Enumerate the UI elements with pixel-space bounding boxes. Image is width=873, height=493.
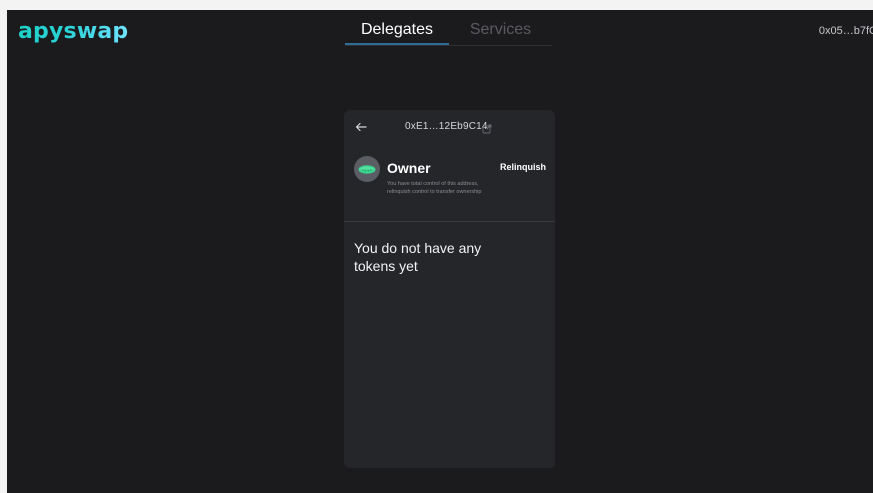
card-divider: [344, 221, 555, 222]
arrow-left-icon[interactable]: [354, 120, 368, 134]
owner-avatar-icon: [354, 156, 380, 182]
top-tabs: Delegates Services: [345, 16, 552, 46]
card-header: 0xE1…12Eb9C14: [344, 110, 555, 148]
delegate-card: 0xE1…12Eb9C14 Owner You have total contr…: [344, 110, 555, 468]
owner-title: Owner: [387, 160, 431, 176]
owner-section: Owner You have total control of this add…: [354, 156, 546, 212]
apyswap-logo[interactable]: apyswap: [18, 19, 128, 44]
app-window: apyswap Delegates Services 0x05…b7fC 0xE…: [7, 10, 873, 493]
owner-description: You have total control of this address, …: [387, 181, 482, 195]
tab-delegates[interactable]: Delegates: [345, 16, 449, 45]
delegate-address: 0xE1…12Eb9C14: [405, 121, 488, 132]
tab-services[interactable]: Services: [449, 16, 552, 44]
empty-tokens-message: You do not have any tokens yet: [354, 240, 482, 274]
external-link-icon[interactable]: [482, 121, 492, 134]
wallet-address[interactable]: 0x05…b7fC: [819, 25, 873, 37]
relinquish-button[interactable]: Relinquish: [500, 162, 546, 172]
